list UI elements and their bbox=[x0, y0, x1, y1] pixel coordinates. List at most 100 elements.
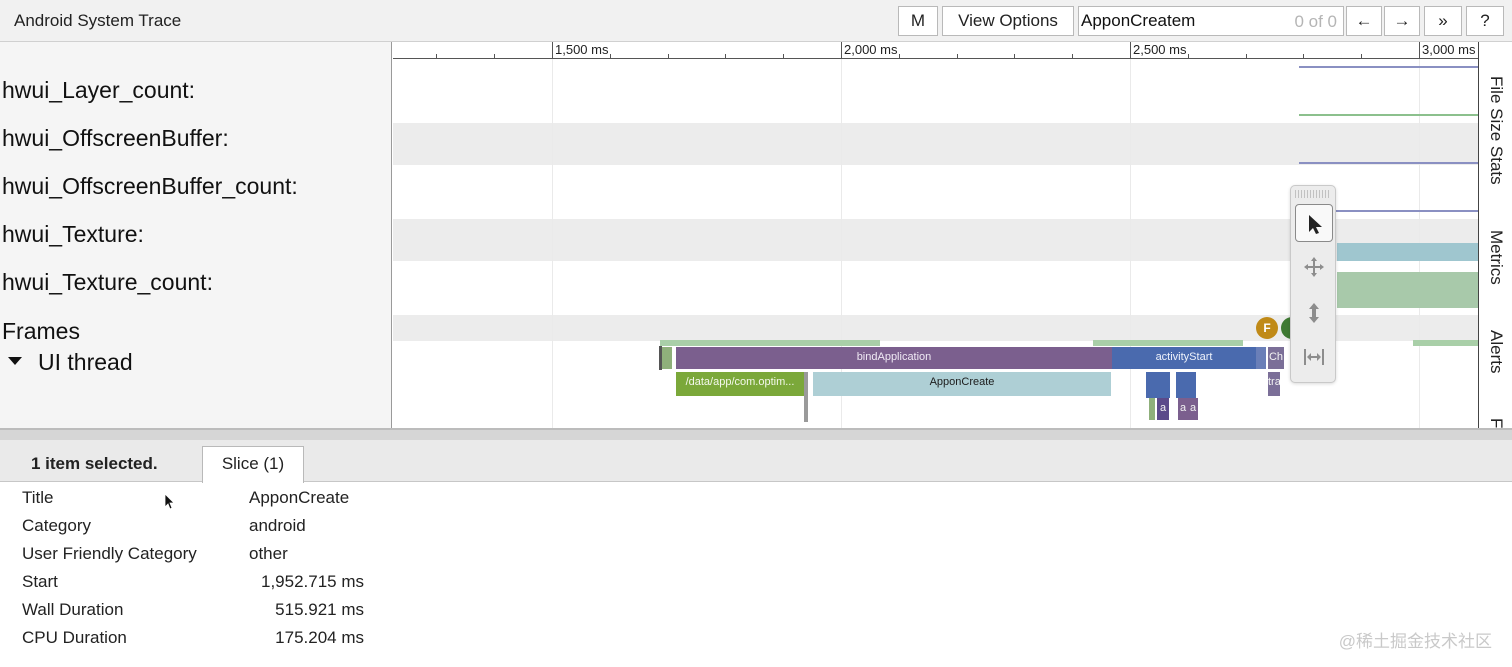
app-title: Android System Trace bbox=[14, 11, 182, 30]
detail-key: Title bbox=[22, 488, 54, 507]
a-slice[interactable]: a bbox=[1157, 398, 1169, 420]
thin-slice[interactable] bbox=[1149, 398, 1155, 420]
small-slice[interactable] bbox=[1256, 347, 1266, 369]
detail-key: User Friendly Category bbox=[22, 544, 197, 563]
track-label-frames: Frames bbox=[2, 318, 80, 344]
search-result-count: 0 of 0 bbox=[1294, 12, 1337, 31]
ruler-major-tick bbox=[1130, 42, 1131, 59]
ruler-minor-tick bbox=[957, 54, 958, 59]
ruler-major-tick bbox=[1419, 42, 1420, 59]
layer-count-counter[interactable] bbox=[1299, 66, 1478, 68]
track-label-hwui-offscreenbuffer: hwui_OffscreenBuffer: bbox=[2, 125, 229, 151]
mouse-cursor-icon bbox=[164, 493, 175, 510]
ruler-tick-label: 1,500 ms bbox=[555, 42, 609, 57]
detail-key: Start bbox=[22, 572, 58, 591]
sub-slice[interactable] bbox=[1146, 372, 1170, 398]
help-button[interactable]: ? bbox=[1466, 6, 1504, 36]
ruler-major-tick bbox=[552, 42, 553, 59]
next-result-button[interactable]: → bbox=[1384, 6, 1420, 36]
ui-thread-row[interactable]: UI thread bbox=[8, 349, 133, 376]
detail-value: other bbox=[249, 544, 288, 563]
previous-result-button[interactable]: ← bbox=[1346, 6, 1382, 36]
detail-value: 1,952.715 ms bbox=[260, 572, 364, 591]
activity-start-slice[interactable]: activityStart bbox=[1112, 347, 1256, 369]
offscreenbuffer-counter[interactable] bbox=[1299, 114, 1478, 116]
detail-key: CPU Duration bbox=[22, 628, 127, 647]
sub-slice[interactable] bbox=[1176, 372, 1196, 398]
tra-slice[interactable]: tra bbox=[1268, 372, 1280, 396]
detail-value: 175.204 ms bbox=[275, 628, 364, 647]
thin-slice[interactable] bbox=[804, 372, 808, 422]
ruler-tick-label: 2,500 ms bbox=[1133, 42, 1187, 57]
search-input[interactable] bbox=[1081, 8, 1281, 34]
view-options-button[interactable]: View Options bbox=[942, 6, 1074, 36]
ruler-minor-tick bbox=[1014, 54, 1015, 59]
ruler-minor-tick bbox=[1072, 54, 1073, 59]
ruler-minor-tick bbox=[668, 54, 669, 59]
expand-caret-icon[interactable] bbox=[8, 356, 22, 365]
appon-create-slice[interactable]: ApponCreate bbox=[813, 372, 1111, 396]
zoom-icon bbox=[1309, 303, 1319, 323]
tab-f[interactable]: F bbox=[1486, 418, 1506, 428]
detail-key: Category bbox=[22, 516, 91, 535]
toolbar: Android System Trace M View Options 0 of… bbox=[0, 0, 1512, 42]
frame-strip[interactable] bbox=[660, 340, 880, 346]
ui-thread-label: UI thread bbox=[38, 349, 133, 375]
panel-splitter[interactable] bbox=[0, 428, 1512, 440]
ruler-minor-tick bbox=[899, 54, 900, 59]
texture-count-counter[interactable] bbox=[1337, 272, 1478, 308]
frame-marker-icon[interactable]: F bbox=[1256, 317, 1278, 339]
offscreenbuffer-count-counter[interactable] bbox=[1299, 162, 1478, 164]
more-button[interactable]: » bbox=[1424, 6, 1462, 36]
ruler-tick-label: 3,000 ms bbox=[1422, 42, 1476, 57]
tab-file-size-stats[interactable]: File Size Stats bbox=[1486, 76, 1506, 185]
time-ruler[interactable]: 1,500 ms 2,000 ms 2,500 ms 3,000 ms bbox=[393, 42, 1478, 59]
track-stripe bbox=[393, 123, 1478, 165]
timing-icon bbox=[1304, 349, 1324, 365]
ruler-major-tick bbox=[841, 42, 842, 59]
a-slice[interactable]: a bbox=[1178, 398, 1188, 420]
detail-value: 515.921 ms bbox=[275, 600, 364, 619]
data-app-slice[interactable]: /data/app/com.optim... bbox=[676, 372, 804, 396]
detail-value[interactable]: ApponCreate bbox=[249, 488, 349, 508]
frame-strip[interactable] bbox=[1413, 340, 1478, 346]
track-label-hwui-texture-count: hwui_Texture_count: bbox=[2, 269, 213, 295]
selection-summary: 1 item selected. bbox=[31, 454, 158, 473]
m-button[interactable]: M bbox=[898, 6, 938, 36]
selection-tool-button[interactable] bbox=[1295, 204, 1333, 242]
ch-slice[interactable]: Ch bbox=[1268, 347, 1284, 369]
small-slice[interactable] bbox=[662, 347, 672, 369]
texture-counter[interactable] bbox=[1337, 243, 1478, 261]
ruler-minor-tick bbox=[1246, 54, 1247, 59]
tab-slice[interactable]: Slice (1) bbox=[202, 446, 304, 483]
search-box[interactable]: 0 of 0 bbox=[1078, 6, 1344, 36]
tab-metrics[interactable]: Metrics bbox=[1486, 230, 1506, 285]
frame-strip[interactable] bbox=[1093, 340, 1243, 346]
ruler-tick-label: 2,000 ms bbox=[844, 42, 898, 57]
ruler-minor-tick bbox=[725, 54, 726, 59]
ruler-minor-tick bbox=[610, 54, 611, 59]
analysis-tab-bar: 1 item selected. Slice (1) bbox=[0, 440, 1512, 483]
counter-line[interactable] bbox=[1323, 210, 1478, 212]
tool-palette[interactable] bbox=[1290, 185, 1336, 383]
track-label-hwui-offscreenbuffer-count: hwui_OffscreenBuffer_count: bbox=[2, 173, 298, 199]
pan-tool-button[interactable] bbox=[1295, 248, 1333, 286]
grid-line bbox=[1130, 59, 1131, 428]
a-slice[interactable]: a bbox=[1188, 398, 1198, 420]
tab-alerts[interactable]: Alerts bbox=[1486, 330, 1506, 373]
ruler-minor-tick bbox=[1303, 54, 1304, 59]
bind-application-slice[interactable]: bindApplication bbox=[676, 347, 1112, 369]
ruler-minor-tick bbox=[494, 54, 495, 59]
palette-grip-handle[interactable] bbox=[1295, 190, 1331, 198]
zoom-tool-button[interactable] bbox=[1295, 294, 1333, 332]
watermark: @稀土掘金技术社区 bbox=[1338, 632, 1492, 651]
ruler-minor-tick bbox=[1361, 54, 1362, 59]
selection-icon bbox=[1309, 215, 1322, 234]
timing-tool-button[interactable] bbox=[1295, 338, 1333, 376]
grid-line bbox=[552, 59, 553, 428]
ruler-minor-tick bbox=[436, 54, 437, 59]
detail-key: Wall Duration bbox=[22, 600, 124, 619]
track-labels-panel: hwui_Layer_count: hwui_OffscreenBuffer: … bbox=[0, 42, 392, 428]
side-tabs: File Size Stats Metrics Alerts F bbox=[1478, 42, 1512, 428]
ruler-minor-tick bbox=[1188, 54, 1189, 59]
